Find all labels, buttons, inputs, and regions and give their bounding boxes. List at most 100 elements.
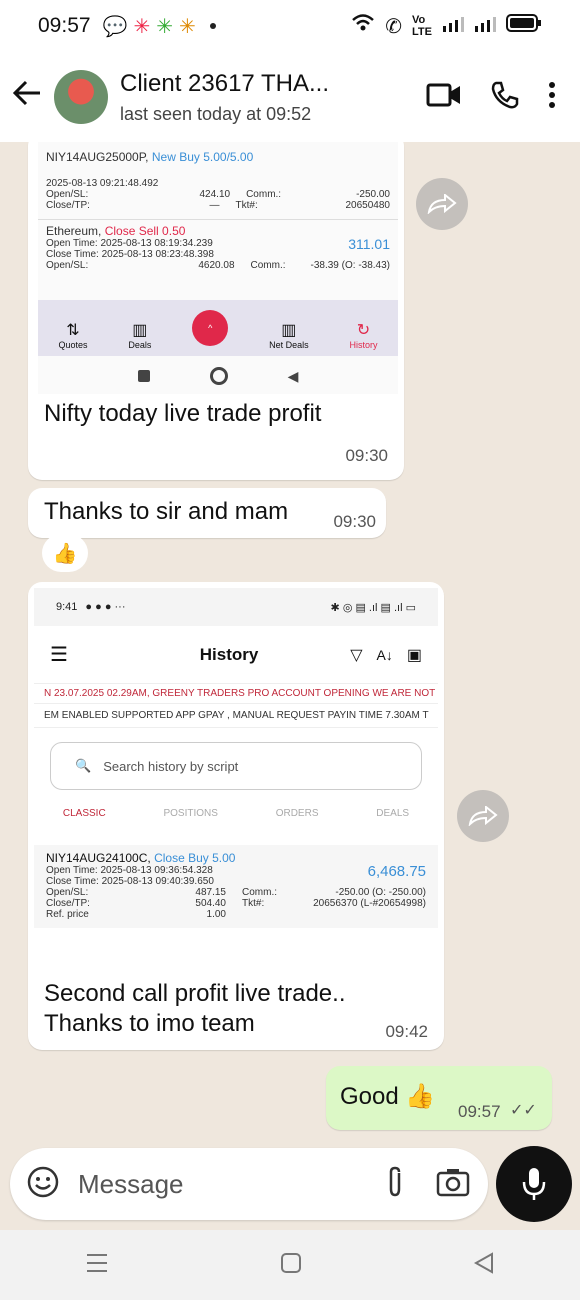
forward-button[interactable] [457,790,509,842]
screenshot-image[interactable]: NIY14AUG25000P, New Buy 5.00/5.00 2025-0… [38,142,398,394]
mic-button[interactable] [496,1146,572,1222]
tkt-value: 20650480 [345,200,391,211]
message-caption-line1: Second call profit live trade.. [44,980,346,1007]
message-input-bar[interactable]: Message [10,1148,488,1220]
app-notification-icon-2: ✳ [156,15,173,38]
tab-positions[interactable]: POSITIONS [163,808,217,819]
close-value: — [209,200,220,211]
search-icon: 🔍 [75,758,92,773]
back-icon[interactable] [473,1251,495,1279]
net-deals-icon: ▥ [281,322,297,339]
comm-value: -250.00 (O: -250.00) [335,887,426,898]
camera-icon[interactable] [436,1167,470,1202]
tab-classic[interactable]: CLASSIC [63,808,106,819]
attach-icon[interactable] [384,1165,406,1204]
signal-icon-2 [474,15,496,38]
message-received-2[interactable]: Thanks to sir and mam 09:30 [28,488,386,538]
contact-info[interactable]: Client 23617 THA... last seen today at 0… [120,70,426,125]
trade2-symbol: Ethereum, [46,224,102,238]
volte-icon: Vo LTE [412,14,432,38]
trade2-open-value: 4620.08 [198,260,235,271]
message-received-1[interactable]: NIY14AUG25000P, New Buy 5.00/5.00 2025-0… [28,142,404,480]
home-icon[interactable] [280,1252,302,1279]
phone-notif-icons: ● ● ● ··· [85,601,126,613]
comm-value: -250.00 [356,189,390,200]
square-nav-icon [137,370,150,382]
trade-close-time: Close Time: 2025-08-13 09:40:39.650 [46,876,214,887]
voice-call-icon[interactable] [490,80,520,115]
close-label: Close/TP: [46,200,90,211]
video-call-icon[interactable] [426,82,462,113]
trade2-comm-label: Comm.: [250,260,286,271]
close-value: 504.40 [195,898,226,909]
home-nav-icon [209,367,228,385]
back-nav-icon: ◀ [287,367,299,384]
phone-status-bar: 9:41 ● ● ● ··· ✱ ◎ ▤ .ıl ▤ .ıl ▭ [34,588,438,626]
trade2-close-time: Close Time: 2025-08-13 08:23:48.398 [46,249,214,260]
message-sent[interactable]: Good 👍 09:57 ✓✓ [326,1066,552,1130]
reaction-badge[interactable]: 👍 [42,534,88,572]
back-arrow-icon[interactable] [0,80,54,114]
tab-quotes[interactable]: ⇅ Quotes [58,320,87,350]
trade2-open-time: Open Time: 2025-08-13 08:19:34.239 [46,238,213,249]
search-placeholder: Search history by script [103,758,239,774]
trade-action: Close Buy 5.00 [154,851,236,865]
app-header: ☰ History ▽ A↓ ▣ [34,626,438,684]
phone-system-icons: ✱ ◎ ▤ .ıl ▤ .ıl ▭ [330,601,416,614]
app-tab-bar: ⇅ Quotes ▥ Deals ^ ▥ Net Deals ↻ History [38,300,398,356]
tkt-value: 20656370 (L-#20654998) [313,898,426,909]
expand-button[interactable]: ^ [192,310,229,346]
screenshot-image[interactable]: 9:41 ● ● ● ··· ✱ ◎ ▤ .ıl ▤ .ıl ▭ ☰ Histo… [34,588,438,968]
system-nav-bar [0,1230,580,1300]
more-options-icon[interactable] [548,81,556,114]
close-label: Close/TP: [46,898,90,909]
calendar-icon[interactable]: ▣ [407,645,422,665]
tab-orders[interactable]: ORDERS [276,808,319,819]
message-received-3[interactable]: 9:41 ● ● ● ··· ✱ ◎ ▤ .ıl ▤ .ıl ▭ ☰ Histo… [28,582,444,1050]
trade2-comm-value: -38.39 (O: -38.43) [310,260,390,271]
chat-area[interactable]: NIY14AUG25000P, New Buy 5.00/5.00 2025-0… [0,142,580,1150]
message-time: 09:42 [385,1022,428,1041]
menu-icon[interactable]: ☰ [50,642,68,667]
message-text: Good 👍 [340,1083,436,1110]
battery-icon [506,14,542,38]
message-text: Thanks to sir and mam [44,498,289,525]
trade-row: NIY14AUG24100C, Close Buy 5.00 Open Time… [34,845,438,928]
trade-timestamp: 2025-08-13 09:21:48.492 [46,178,159,189]
deals-icon: ▥ [132,322,148,339]
trade2-action: Close Sell 0.50 [104,224,186,238]
wifi-icon [351,13,375,39]
open-value: 487.15 [195,887,226,898]
tab-history[interactable]: ↻ History [350,320,378,350]
message-time: 09:30 [333,512,376,531]
comm-label: Comm.: [242,887,277,898]
search-box[interactable]: 🔍 Search history by script [50,742,422,790]
open-value: 424.10 [199,189,231,200]
tkt-label: Tkt#: [242,898,265,909]
emoji-icon[interactable] [26,1165,60,1204]
app-notification-icon-3: ✳ [179,15,196,38]
tab-deals[interactable]: ▥ Deals [128,320,151,350]
filter-icon[interactable]: ▽ [350,645,362,665]
tab-net-deals[interactable]: ▥ Net Deals [269,320,309,350]
history-tabs: CLASSIC POSITIONS ORDERS DEALS [34,808,438,819]
trade-symbol: NIY14AUG24100C, [46,851,151,865]
trade-header: NIY14AUG25000P, New Buy 5.00/5.00 [46,150,390,164]
message-input[interactable]: Message [78,1169,184,1200]
more-notifications-dot [209,23,216,29]
ticker-1: N 23.07.2025 02.29AM, GREENY TRADERS PRO… [34,684,438,704]
message-time: 09:57 [458,1102,501,1121]
sort-icon[interactable]: A↓ [377,647,393,663]
ref-value: 1.00 [206,909,226,920]
read-receipt-icon: ✓✓ [510,1102,537,1119]
forward-button[interactable] [416,178,468,230]
ticker-2: EM ENABLED SUPPORTED APP GPAY , MANUAL R… [34,704,438,728]
avatar[interactable] [54,70,108,124]
recents-icon[interactable] [85,1252,109,1279]
tab-deals[interactable]: DEALS [376,808,409,819]
screenshot-nav-bar: ◀ [38,358,398,394]
chat-notification-icon: 💬 [102,15,128,38]
message-caption-line2: Thanks to imo team [44,1010,255,1037]
last-seen: last seen today at 09:52 [120,103,312,124]
message-time: 09:30 [345,446,388,465]
